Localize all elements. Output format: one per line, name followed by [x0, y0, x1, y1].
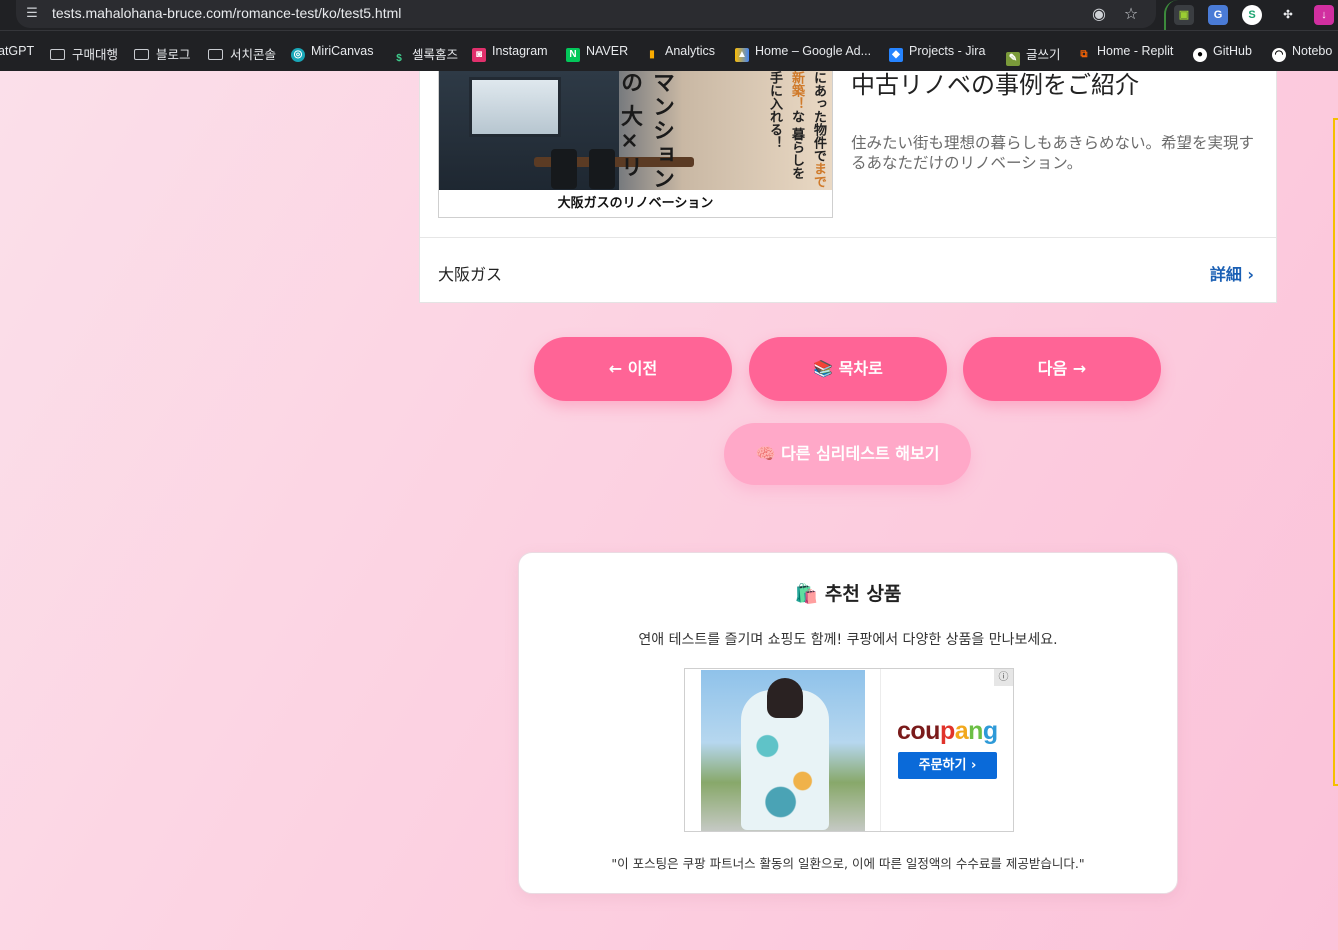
ad-details-link[interactable]: 詳細 ›: [1210, 261, 1254, 285]
browser-toolbar: ☰ tests.mahalohana-bruce.com/romance-tes…: [0, 0, 1338, 30]
eye-icon[interactable]: ◉: [1088, 3, 1110, 25]
bookmark-item[interactable]: ◙ Instagram: [472, 44, 548, 62]
bookmark-item[interactable]: ◆ Projects - Jira: [889, 44, 985, 62]
download-extension-icon[interactable]: ↓: [1314, 5, 1334, 25]
recommended-description: 연애 테스트를 즐기며 쇼핑도 함께! 쿠팡에서 다양한 상품을 만나보세요.: [638, 632, 1058, 648]
recommended-title: 🛍️ 추천 상품: [794, 583, 902, 605]
s-extension-icon[interactable]: S: [1242, 5, 1262, 25]
ad-chair-graphic: [551, 149, 577, 189]
translate-extension-icon[interactable]: G: [1208, 5, 1228, 25]
naver-icon: N: [566, 48, 580, 62]
bookmark-item[interactable]: ◎ MiriCanvas: [291, 44, 374, 62]
recommended-products-card: 🛍️ 추천 상품 연애 테스트를 즐기며 쇼핑도 함께! 쿠팡에서 다양한 상품…: [518, 552, 1178, 894]
sellockholmes-icon: $: [396, 53, 402, 64]
partners-disclaimer: "이 포스팅은 쿠팡 파트너스 활동의 일환으로, 이에 따른 일정액의 수수료…: [611, 856, 1085, 871]
ad-image-sub-text: にあった物件でまで新築！な 暮らしを手に入れる！: [767, 71, 826, 188]
bookmark-item[interactable]: ✎ 글쓰기: [1006, 44, 1061, 66]
miricanvas-icon: ◎: [291, 48, 305, 62]
chevron-right-icon: ›: [1247, 265, 1254, 284]
ad-card[interactable]: マンションの 大×リノベ にあった物件でまで新築！な 暮らしを手に入れる！ 大阪…: [419, 71, 1277, 303]
analytics-icon: ▮: [649, 49, 655, 60]
ad-chair-graphic: [589, 149, 615, 189]
order-button[interactable]: 주문하기 ›: [898, 752, 997, 779]
prev-button[interactable]: ← 이전: [534, 337, 732, 401]
side-highlight-marker: [1333, 118, 1338, 786]
site-settings-icon[interactable]: ☰: [22, 4, 42, 24]
ad-window-graphic: [469, 77, 561, 137]
info-icon[interactable]: ⓘ: [994, 669, 1013, 686]
ad-advertiser: 大阪ガス: [438, 265, 503, 284]
bookmark-item[interactable]: ⧉ Home - Replit: [1077, 44, 1173, 62]
product-image[interactable]: [701, 670, 865, 831]
jira-icon: ◆: [889, 48, 903, 62]
instagram-icon: ◙: [472, 48, 486, 62]
bookmark-item[interactable]: ▮ Analytics: [645, 44, 715, 62]
folder-icon: [208, 49, 223, 60]
folder-icon: [134, 49, 149, 60]
ad-description: 住みたい街も理想の暮らしもあきらめない。希望を実現するあなただけのリノベーション…: [851, 134, 1255, 172]
bookmark-item[interactable]: atGPT: [0, 44, 34, 58]
bookmark-item[interactable]: N NAVER: [566, 44, 628, 62]
bookmark-folder[interactable]: 블로그: [134, 44, 191, 63]
github-icon: ●: [1193, 48, 1207, 62]
ad-headline[interactable]: 中古リノベの事例をご紹介: [851, 65, 1139, 100]
ad-divider: [420, 237, 1276, 238]
bookmark-folder[interactable]: 구매대행: [50, 44, 118, 63]
url-text[interactable]: tests.mahalohana-bruce.com/romance-test/…: [52, 5, 401, 21]
ad-image-main-text: マンションの 大×リノベ: [617, 71, 674, 191]
ad-room-photo: [439, 71, 694, 191]
replit-icon: ⧉: [1080, 49, 1088, 60]
toc-button[interactable]: 📚 목차로: [749, 337, 947, 401]
bookmark-star-icon[interactable]: ☆: [1120, 3, 1142, 25]
extension-icon[interactable]: ▣: [1174, 5, 1194, 25]
bookmark-item[interactable]: ▲ Home – Google Ad...: [735, 44, 871, 62]
bookmark-folder[interactable]: 서치콘솔: [208, 44, 276, 63]
folder-icon: [50, 49, 65, 60]
bookmark-item[interactable]: $ 셀록홈즈: [392, 44, 458, 66]
model-hair-graphic: [767, 678, 803, 718]
google-ads-icon: ▲: [735, 48, 749, 62]
banner-divider: [880, 669, 881, 831]
bookmark-item[interactable]: ◠ Notebo: [1272, 44, 1332, 62]
notebook-icon: ◠: [1272, 48, 1286, 62]
tools-extension-icon[interactable]: ✣: [1278, 5, 1298, 25]
other-tests-button[interactable]: 🧠 다른 심리테스트 해보기: [724, 423, 971, 485]
ad-image-logo: 大阪ガスのリノベーション: [439, 190, 832, 217]
extensions-area: ▣ G S ✣ ↓: [1164, 0, 1338, 30]
coupang-ad-banner[interactable]: coupang 주문하기 › ⓘ: [684, 668, 1014, 832]
ad-image[interactable]: マンションの 大×リノベ にあった物件でまで新築！な 暮らしを手に入れる！ 大阪…: [438, 71, 833, 218]
writing-icon: ✎: [1006, 52, 1020, 66]
coupang-logo: coupang: [897, 717, 998, 745]
bookmark-item[interactable]: ● GitHub: [1193, 44, 1252, 62]
next-button[interactable]: 다음 →: [963, 337, 1161, 401]
